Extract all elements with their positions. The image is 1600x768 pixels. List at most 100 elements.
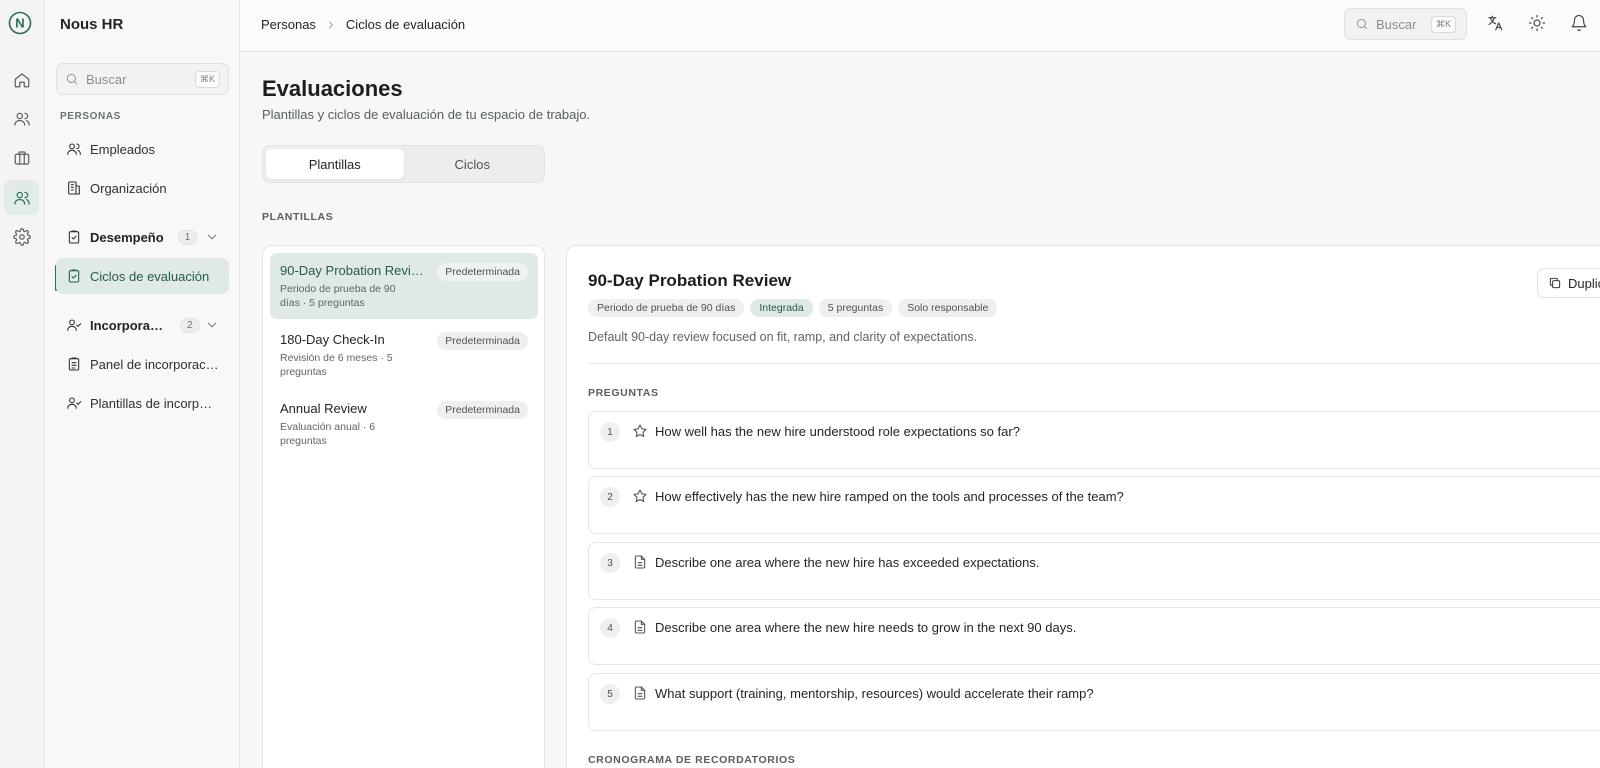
topbar-search-input[interactable]: Buscar ⌘K (1344, 8, 1467, 40)
sidebar-group-label: Incorporación (90, 317, 166, 333)
user-check-icon (66, 395, 82, 411)
star-icon (632, 423, 648, 439)
sidebar-item-organizacion[interactable]: Organización (56, 170, 229, 206)
duplicate-button[interactable]: Duplicar (1537, 268, 1600, 298)
building-icon (66, 180, 82, 196)
sidebar-group-label: Desempeño (90, 229, 164, 245)
page-title: Evaluaciones (262, 76, 403, 101)
count-badge: 2 (180, 317, 200, 333)
translate-icon[interactable] (1486, 14, 1506, 34)
topbar: Personas Ciclos de evaluación Buscar ⌘K (240, 0, 1600, 52)
briefcase-icon[interactable] (4, 140, 39, 175)
sidebar: Nous HR Buscar ⌘K PERSONAS Empleados Org… (45, 0, 240, 768)
template-description: Periodo de prueba de 90 días · 5 pregunt… (280, 283, 396, 309)
chevron-down-icon[interactable] (205, 318, 219, 332)
detail-title: 90-Day Probation Review (588, 271, 792, 290)
question-number: 1 (600, 422, 620, 442)
question-row[interactable]: 3 Describe one area where the new hire h… (588, 542, 1600, 600)
chip-period: Periodo de prueba de 90 días (588, 299, 745, 317)
template-title: 180-Day Check-In (280, 332, 385, 347)
default-badge: Predeterminada (437, 263, 528, 281)
questions-label: PREGUNTAS (588, 387, 659, 399)
sidebar-item-ciclos[interactable]: Ciclos de evaluación (56, 258, 229, 294)
question-text: Describe one area where the new hire nee… (655, 620, 1077, 635)
question-row[interactable]: 5 What support (training, mentorship, re… (588, 673, 1600, 731)
section-personas: PERSONAS (60, 111, 121, 122)
divider (588, 363, 1600, 364)
sidebar-item-panel-incorporacion[interactable]: Panel de incorporación (56, 346, 229, 382)
sidebar-item-label: Organización (90, 180, 167, 196)
count-badge: 1 (177, 229, 198, 245)
question-text: How effectively has the new hire ramped … (655, 489, 1124, 504)
search-icon (65, 72, 79, 86)
user-check-icon (66, 317, 82, 333)
clipboard-list-icon (66, 356, 82, 372)
breadcrumb-item-personas[interactable]: Personas (261, 17, 316, 32)
icon-rail: N (0, 0, 45, 768)
sidebar-item-label: Ciclos de evaluación (90, 268, 210, 284)
sidebar-search-input[interactable]: Buscar ⌘K (56, 63, 229, 95)
template-title: 90-Day Probation Review (280, 263, 425, 278)
question-number: 2 (600, 487, 620, 507)
topbar-search-placeholder: Buscar (1376, 16, 1417, 32)
sidebar-item-label: Plantillas de incorporación (90, 395, 219, 411)
page-subtitle: Plantillas y ciclos de evaluación de tu … (262, 107, 591, 122)
breadcrumb: Personas Ciclos de evaluación (261, 17, 465, 32)
question-row[interactable]: 2 How effectively has the new hire rampe… (588, 476, 1600, 534)
chevron-down-icon[interactable] (205, 230, 219, 244)
app-name: Nous HR (60, 16, 124, 33)
bell-icon[interactable] (1570, 14, 1590, 34)
duplicate-label: Duplicar (1568, 275, 1600, 291)
home-icon[interactable] (4, 62, 39, 97)
sidebar-item-empleados[interactable]: Empleados (56, 131, 229, 167)
question-number: 4 (600, 618, 620, 638)
search-icon (1355, 17, 1369, 31)
users-icon (66, 141, 82, 157)
chip-question-count: 5 preguntas (818, 299, 893, 317)
question-number: 5 (600, 684, 620, 704)
sidebar-group-incorporacion[interactable]: Incorporación 2 (56, 307, 229, 343)
template-list: 90-Day Probation Review Periodo de prueb… (262, 245, 545, 768)
sidebar-search-placeholder: Buscar (86, 71, 127, 87)
sidebar-item-label: Empleados (90, 141, 156, 157)
breadcrumb-item-current: Ciclos de evaluación (345, 17, 466, 32)
search-shortcut: ⌘K (194, 70, 220, 88)
detail-chips: Periodo de prueba de 90 días Integrada 5… (588, 299, 998, 317)
clipboard-check-icon (66, 229, 82, 245)
chip-builtin: Integrada (750, 299, 813, 317)
template-description: Revisión de 6 meses · 5 preguntas (280, 352, 393, 378)
sidebar-item-plantillas-incorporacion[interactable]: Plantillas de incorporación (56, 385, 229, 421)
sun-icon[interactable] (1528, 14, 1548, 34)
detail-description: Default 90-day review focused on fit, ra… (588, 330, 978, 344)
people-icon[interactable] (4, 101, 39, 136)
svg-text:N: N (15, 16, 24, 31)
template-detail: 90-Day Probation Review Duplicar Periodo… (566, 245, 1600, 768)
reminders-label: CRONOGRAMA DE RECORDATORIOS (588, 754, 796, 766)
template-item[interactable]: 90-Day Probation Review Periodo de prueb… (270, 253, 538, 319)
document-icon (632, 685, 648, 701)
chip-reviewer: Solo responsable (898, 299, 998, 317)
template-item[interactable]: 180-Day Check-In Revisión de 6 meses · 5… (270, 322, 538, 388)
default-badge: Predeterminada (437, 332, 528, 350)
gear-icon[interactable] (4, 219, 39, 254)
clipboard-check-icon (66, 268, 82, 284)
copy-icon (1548, 276, 1562, 290)
default-badge: Predeterminada (437, 401, 528, 419)
question-text: How well has the new hire understood rol… (655, 424, 1020, 439)
document-icon (632, 619, 648, 635)
question-row[interactable]: 4 Describe one area where the new hire n… (588, 607, 1600, 665)
document-icon (632, 554, 648, 570)
chevron-right-icon (325, 19, 337, 31)
sidebar-item-label: Panel de incorporación (90, 356, 219, 372)
question-number: 3 (600, 553, 620, 573)
sidebar-group-desempeno[interactable]: Desempeño 1 (56, 219, 229, 255)
search-shortcut: ⌘K (1430, 15, 1456, 33)
star-icon (632, 488, 648, 504)
question-row[interactable]: 1 How well has the new hire understood r… (588, 411, 1600, 469)
tab-plantillas[interactable]: Plantillas (266, 149, 404, 179)
tabs: Plantillas Ciclos (262, 145, 545, 183)
template-item[interactable]: Annual Review Evaluación anual · 6 pregu… (270, 391, 538, 457)
people-active-icon[interactable] (4, 180, 39, 215)
tab-ciclos[interactable]: Ciclos (404, 149, 542, 179)
nous-logo-icon[interactable]: N (8, 11, 32, 35)
